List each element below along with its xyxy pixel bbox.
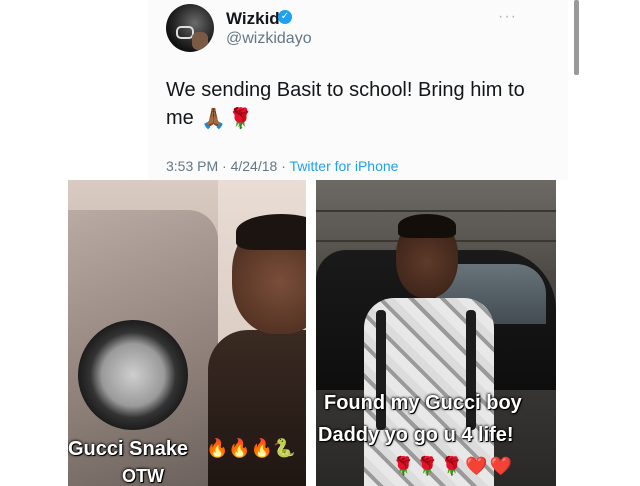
car-wheel bbox=[78, 320, 188, 430]
tweet-source[interactable]: Twitter for iPhone bbox=[290, 158, 399, 174]
meta-separator: · bbox=[281, 158, 286, 174]
person-hair bbox=[398, 214, 456, 238]
display-name[interactable]: Wizkid bbox=[226, 9, 280, 29]
verified-badge-icon: ✓ bbox=[278, 10, 292, 24]
photo-caption-right-2: Daddy yo go u 4 life! bbox=[318, 424, 514, 446]
avatar-hand bbox=[192, 32, 208, 50]
tweet-timestamp[interactable]: 3:53 PM · 4/24/18 bbox=[166, 158, 277, 174]
scrollbar[interactable] bbox=[574, 0, 579, 75]
tweet-meta: 3:53 PM · 4/24/18 · Twitter for iPhone bbox=[166, 158, 398, 174]
person-body bbox=[208, 330, 306, 486]
person-hair bbox=[236, 214, 306, 250]
praying-hands-icon: 🙏🏾 bbox=[201, 107, 227, 130]
photo-caption-left-2: OTW bbox=[122, 466, 164, 486]
gate-line bbox=[316, 210, 556, 212]
tweet-photo-right[interactable]: Found my Gucci boy Daddy yo go u 4 life!… bbox=[316, 180, 556, 486]
hearts-emojis: 🌹🌹🌹❤️❤️ bbox=[392, 456, 515, 476]
avatar[interactable] bbox=[166, 4, 214, 52]
rose-icon: 🌹 bbox=[228, 107, 254, 130]
tweet-photo-left[interactable]: Gucci Snake 🔥🔥🔥🐍 OTW bbox=[68, 180, 306, 486]
more-options-icon[interactable]: ··· bbox=[498, 8, 517, 26]
photo-caption-right-1: Found my Gucci boy bbox=[324, 392, 522, 414]
user-handle[interactable]: @wizkidayo bbox=[226, 30, 312, 48]
photo-caption-left-1: Gucci Snake bbox=[68, 438, 189, 460]
tweet-text: We sending Basit to school! Bring him to… bbox=[166, 76, 546, 133]
fire-snake-emojis: 🔥🔥🔥🐍 bbox=[206, 438, 296, 458]
